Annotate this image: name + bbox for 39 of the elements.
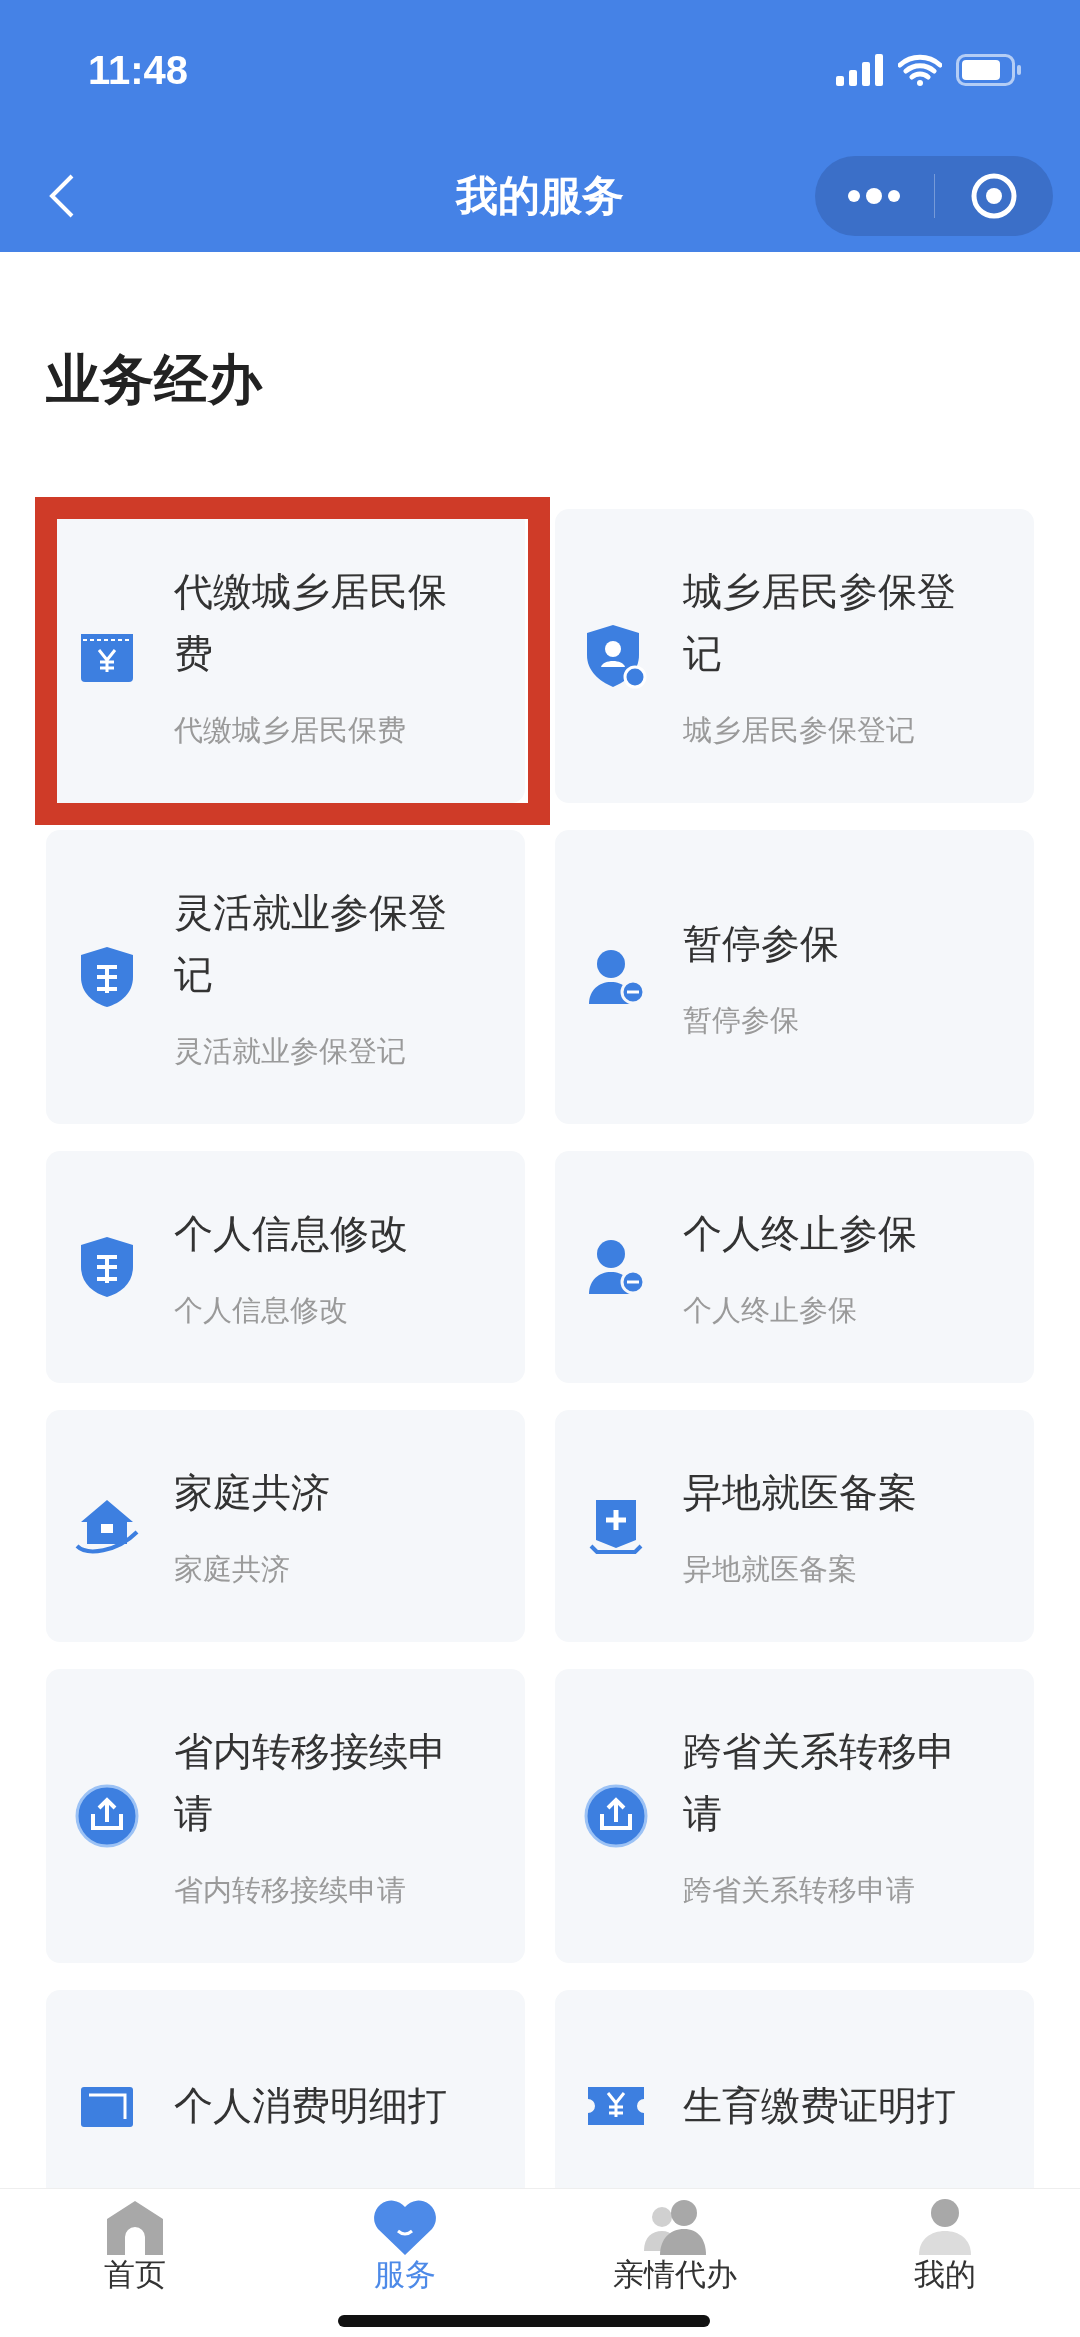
tab-item[interactable]: 我的 <box>810 2189 1080 2337</box>
service-subtitle: 暂停参保 <box>683 1002 800 1039</box>
service-card[interactable]: 灵活就业参保登记 灵活就业参保登记 <box>46 830 525 1124</box>
service-title: 代缴城乡居民保费 <box>174 568 448 678</box>
service-title: 生育缴费证明打 <box>683 2082 956 2130</box>
service-card[interactable]: 暂停参保 暂停参保 <box>555 830 1034 1124</box>
service-card[interactable]: 家庭共济 家庭共济 <box>46 1410 525 1642</box>
service-card[interactable]: 异地就医备案 异地就医备案 <box>555 1410 1034 1642</box>
service-card[interactable]: 个人终止参保 个人终止参保 <box>555 1151 1034 1383</box>
service-title: 暂停参保 <box>683 920 839 968</box>
service-title: 城乡居民参保登记 <box>683 568 957 678</box>
service-card[interactable]: 个人消费明细打 <box>46 1990 525 2188</box>
service-title: 省内转移接续申请 <box>174 1728 448 1838</box>
service-card[interactable]: 生育缴费证明打 <box>555 1990 1034 2188</box>
page-title: 我的服务 <box>456 170 624 222</box>
service-subtitle: 省内转移接续申请 <box>174 1872 407 1909</box>
service-subtitle: 跨省关系转移申请 <box>683 1872 916 1909</box>
status-time: 11:48 <box>88 47 189 93</box>
service-subtitle: 个人终止参保 <box>683 1292 858 1329</box>
service-title: 跨省关系转移申请 <box>683 1728 957 1838</box>
tab-item[interactable]: 亲情代办 <box>540 2189 810 2337</box>
tab-item[interactable]: 首页 <box>0 2189 270 2337</box>
service-subtitle: 代缴城乡居民保费 <box>174 712 407 749</box>
service-title: 家庭共济 <box>174 1469 330 1517</box>
service-card[interactable]: 跨省关系转移申请 跨省关系转移申请 <box>555 1669 1034 1963</box>
service-subtitle: 家庭共济 <box>174 1551 291 1588</box>
service-card[interactable]: 个人信息修改 个人信息修改 <box>46 1151 525 1383</box>
service-title: 个人消费明细打 <box>174 2082 447 2130</box>
service-subtitle: 异地就医备案 <box>683 1551 858 1588</box>
service-title: 灵活就业参保登记 <box>174 889 448 999</box>
service-subtitle: 城乡居民参保登记 <box>683 712 916 749</box>
section-title: 业务经办 <box>46 347 264 413</box>
service-card[interactable]: 省内转移接续申请 省内转移接续申请 <box>46 1669 525 1963</box>
service-subtitle: 个人信息修改 <box>174 1292 349 1329</box>
service-title: 个人信息修改 <box>174 1210 408 1258</box>
service-title: 个人终止参保 <box>683 1210 917 1258</box>
service-card[interactable]: 城乡居民参保登记 城乡居民参保登记 <box>555 509 1034 803</box>
service-title: 异地就医备案 <box>683 1469 917 1517</box>
service-subtitle: 灵活就业参保登记 <box>174 1033 407 1070</box>
